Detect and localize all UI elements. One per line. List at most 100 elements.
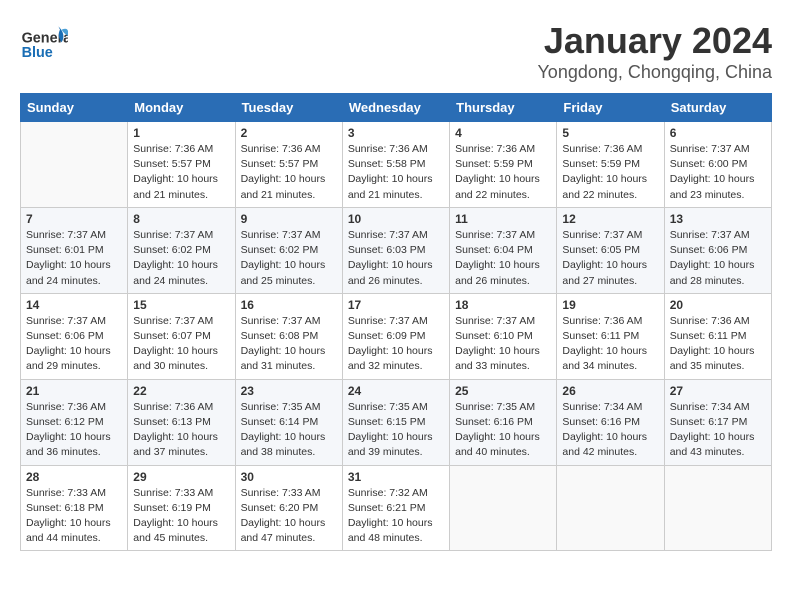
day-number: 25 [455,384,551,398]
calendar-cell: 18 Sunrise: 7:37 AMSunset: 6:10 PMDayligh… [450,293,557,379]
calendar-week-row: 7Sunrise: 7:37 AMSunset: 6:01 PMDaylight… [21,207,772,293]
day-number: 8 [133,212,229,226]
calendar-cell: 24 Sunrise: 7:35 AMSunset: 6:15 PMDayligh… [342,379,449,465]
calendar-cell: 28 Sunrise: 7:33 AMSunset: 6:18 PMDayligh… [21,465,128,551]
logo-icon: General Blue [20,20,68,68]
calendar-week-row: 14 Sunrise: 7:37 AMSunset: 6:06 PMDayligh… [21,293,772,379]
calendar-cell: 26 Sunrise: 7:34 AMSunset: 6:16 PMDayligh… [557,379,664,465]
day-info: Sunrise: 7:36 AMSunset: 5:57 PMDaylight:… [133,142,229,203]
day-info: Sunrise: 7:37 AMSunset: 6:01 PMDaylight:… [26,228,122,289]
day-info: Sunrise: 7:37 AMSunset: 6:07 PMDaylight:… [133,314,229,375]
calendar-cell: 15 Sunrise: 7:37 AMSunset: 6:07 PMDayligh… [128,293,235,379]
day-info: Sunrise: 7:37 AMSunset: 6:09 PMDaylight:… [348,314,444,375]
calendar-cell: 12 Sunrise: 7:37 AMSunset: 6:05 PMDayligh… [557,207,664,293]
calendar-cell: 11Sunrise: 7:37 AMSunset: 6:04 PMDayligh… [450,207,557,293]
weekday-header: Thursday [450,94,557,122]
day-number: 27 [670,384,766,398]
calendar-week-row: 28 Sunrise: 7:33 AMSunset: 6:18 PMDayligh… [21,465,772,551]
calendar-cell: 16 Sunrise: 7:37 AMSunset: 6:08 PMDayligh… [235,293,342,379]
calendar-cell: 27 Sunrise: 7:34 AMSunset: 6:17 PMDayligh… [664,379,771,465]
day-info: Sunrise: 7:36 AMSunset: 5:59 PMDaylight:… [455,142,551,203]
calendar-week-row: 21 Sunrise: 7:36 AMSunset: 6:12 PMDayligh… [21,379,772,465]
day-info: Sunrise: 7:36 AMSunset: 6:13 PMDaylight:… [133,400,229,461]
day-number: 6 [670,126,766,140]
day-number: 29 [133,470,229,484]
day-number: 31 [348,470,444,484]
calendar-header-row: SundayMondayTuesdayWednesdayThursdayFrid… [21,94,772,122]
day-info: Sunrise: 7:36 AMSunset: 6:11 PMDaylight:… [670,314,766,375]
day-info: Sunrise: 7:33 AMSunset: 6:19 PMDaylight:… [133,486,229,547]
weekday-header: Monday [128,94,235,122]
calendar-table: SundayMondayTuesdayWednesdayThursdayFrid… [20,93,772,551]
day-info: Sunrise: 7:37 AMSunset: 6:04 PMDaylight:… [455,228,551,289]
calendar-cell: 22 Sunrise: 7:36 AMSunset: 6:13 PMDayligh… [128,379,235,465]
weekday-header: Wednesday [342,94,449,122]
calendar-cell: 20 Sunrise: 7:36 AMSunset: 6:11 PMDayligh… [664,293,771,379]
calendar-cell [21,122,128,208]
calendar-cell: 5 Sunrise: 7:36 AMSunset: 5:59 PMDaylight… [557,122,664,208]
day-info: Sunrise: 7:35 AMSunset: 6:16 PMDaylight:… [455,400,551,461]
day-info: Sunrise: 7:37 AMSunset: 6:00 PMDaylight:… [670,142,766,203]
calendar-cell: 2 Sunrise: 7:36 AMSunset: 5:57 PMDaylight… [235,122,342,208]
day-number: 28 [26,470,122,484]
calendar-cell: 1 Sunrise: 7:36 AMSunset: 5:57 PMDaylight… [128,122,235,208]
day-number: 20 [670,298,766,312]
calendar-cell: 23 Sunrise: 7:35 AMSunset: 6:14 PMDayligh… [235,379,342,465]
day-info: Sunrise: 7:36 AMSunset: 6:12 PMDaylight:… [26,400,122,461]
day-info: Sunrise: 7:33 AMSunset: 6:18 PMDaylight:… [26,486,122,547]
calendar-cell [557,465,664,551]
day-info: Sunrise: 7:32 AMSunset: 6:21 PMDaylight:… [348,486,444,547]
calendar-week-row: 1 Sunrise: 7:36 AMSunset: 5:57 PMDaylight… [21,122,772,208]
day-number: 17 [348,298,444,312]
calendar-cell: 21 Sunrise: 7:36 AMSunset: 6:12 PMDayligh… [21,379,128,465]
page-header: General Blue January 2024 Yongdong, Chon… [20,20,772,83]
day-number: 9 [241,212,337,226]
calendar-cell [450,465,557,551]
day-info: Sunrise: 7:37 AMSunset: 6:03 PMDaylight:… [348,228,444,289]
weekday-header: Sunday [21,94,128,122]
calendar-cell: 7Sunrise: 7:37 AMSunset: 6:01 PMDaylight… [21,207,128,293]
day-number: 12 [562,212,658,226]
day-number: 16 [241,298,337,312]
day-number: 2 [241,126,337,140]
day-info: Sunrise: 7:37 AMSunset: 6:06 PMDaylight:… [26,314,122,375]
day-number: 14 [26,298,122,312]
day-info: Sunrise: 7:37 AMSunset: 6:05 PMDaylight:… [562,228,658,289]
day-info: Sunrise: 7:34 AMSunset: 6:16 PMDaylight:… [562,400,658,461]
day-number: 23 [241,384,337,398]
day-number: 1 [133,126,229,140]
day-number: 13 [670,212,766,226]
calendar-cell: 13Sunrise: 7:37 AMSunset: 6:06 PMDayligh… [664,207,771,293]
day-number: 26 [562,384,658,398]
calendar-cell: 6 Sunrise: 7:37 AMSunset: 6:00 PMDaylight… [664,122,771,208]
calendar-cell: 31 Sunrise: 7:32 AMSunset: 6:21 PMDayligh… [342,465,449,551]
day-info: Sunrise: 7:37 AMSunset: 6:02 PMDaylight:… [133,228,229,289]
day-info: Sunrise: 7:37 AMSunset: 6:02 PMDaylight:… [241,228,337,289]
day-info: Sunrise: 7:37 AMSunset: 6:08 PMDaylight:… [241,314,337,375]
day-number: 5 [562,126,658,140]
day-info: Sunrise: 7:36 AMSunset: 5:57 PMDaylight:… [241,142,337,203]
day-info: Sunrise: 7:36 AMSunset: 5:58 PMDaylight:… [348,142,444,203]
day-info: Sunrise: 7:35 AMSunset: 6:15 PMDaylight:… [348,400,444,461]
day-number: 19 [562,298,658,312]
calendar-cell: 3Sunrise: 7:36 AMSunset: 5:58 PMDaylight… [342,122,449,208]
calendar-cell: 29 Sunrise: 7:33 AMSunset: 6:19 PMDayligh… [128,465,235,551]
day-number: 10 [348,212,444,226]
day-number: 4 [455,126,551,140]
weekday-header: Tuesday [235,94,342,122]
day-number: 24 [348,384,444,398]
day-info: Sunrise: 7:34 AMSunset: 6:17 PMDaylight:… [670,400,766,461]
day-info: Sunrise: 7:37 AMSunset: 6:10 PMDaylight:… [455,314,551,375]
logo: General Blue [20,20,68,68]
day-number: 15 [133,298,229,312]
day-info: Sunrise: 7:36 AMSunset: 5:59 PMDaylight:… [562,142,658,203]
calendar-cell: 9 Sunrise: 7:37 AMSunset: 6:02 PMDaylight… [235,207,342,293]
day-info: Sunrise: 7:35 AMSunset: 6:14 PMDaylight:… [241,400,337,461]
calendar-cell: 14 Sunrise: 7:37 AMSunset: 6:06 PMDayligh… [21,293,128,379]
day-number: 22 [133,384,229,398]
calendar-cell: 25 Sunrise: 7:35 AMSunset: 6:16 PMDayligh… [450,379,557,465]
day-number: 18 [455,298,551,312]
svg-text:Blue: Blue [22,45,53,61]
weekday-header: Saturday [664,94,771,122]
day-number: 21 [26,384,122,398]
